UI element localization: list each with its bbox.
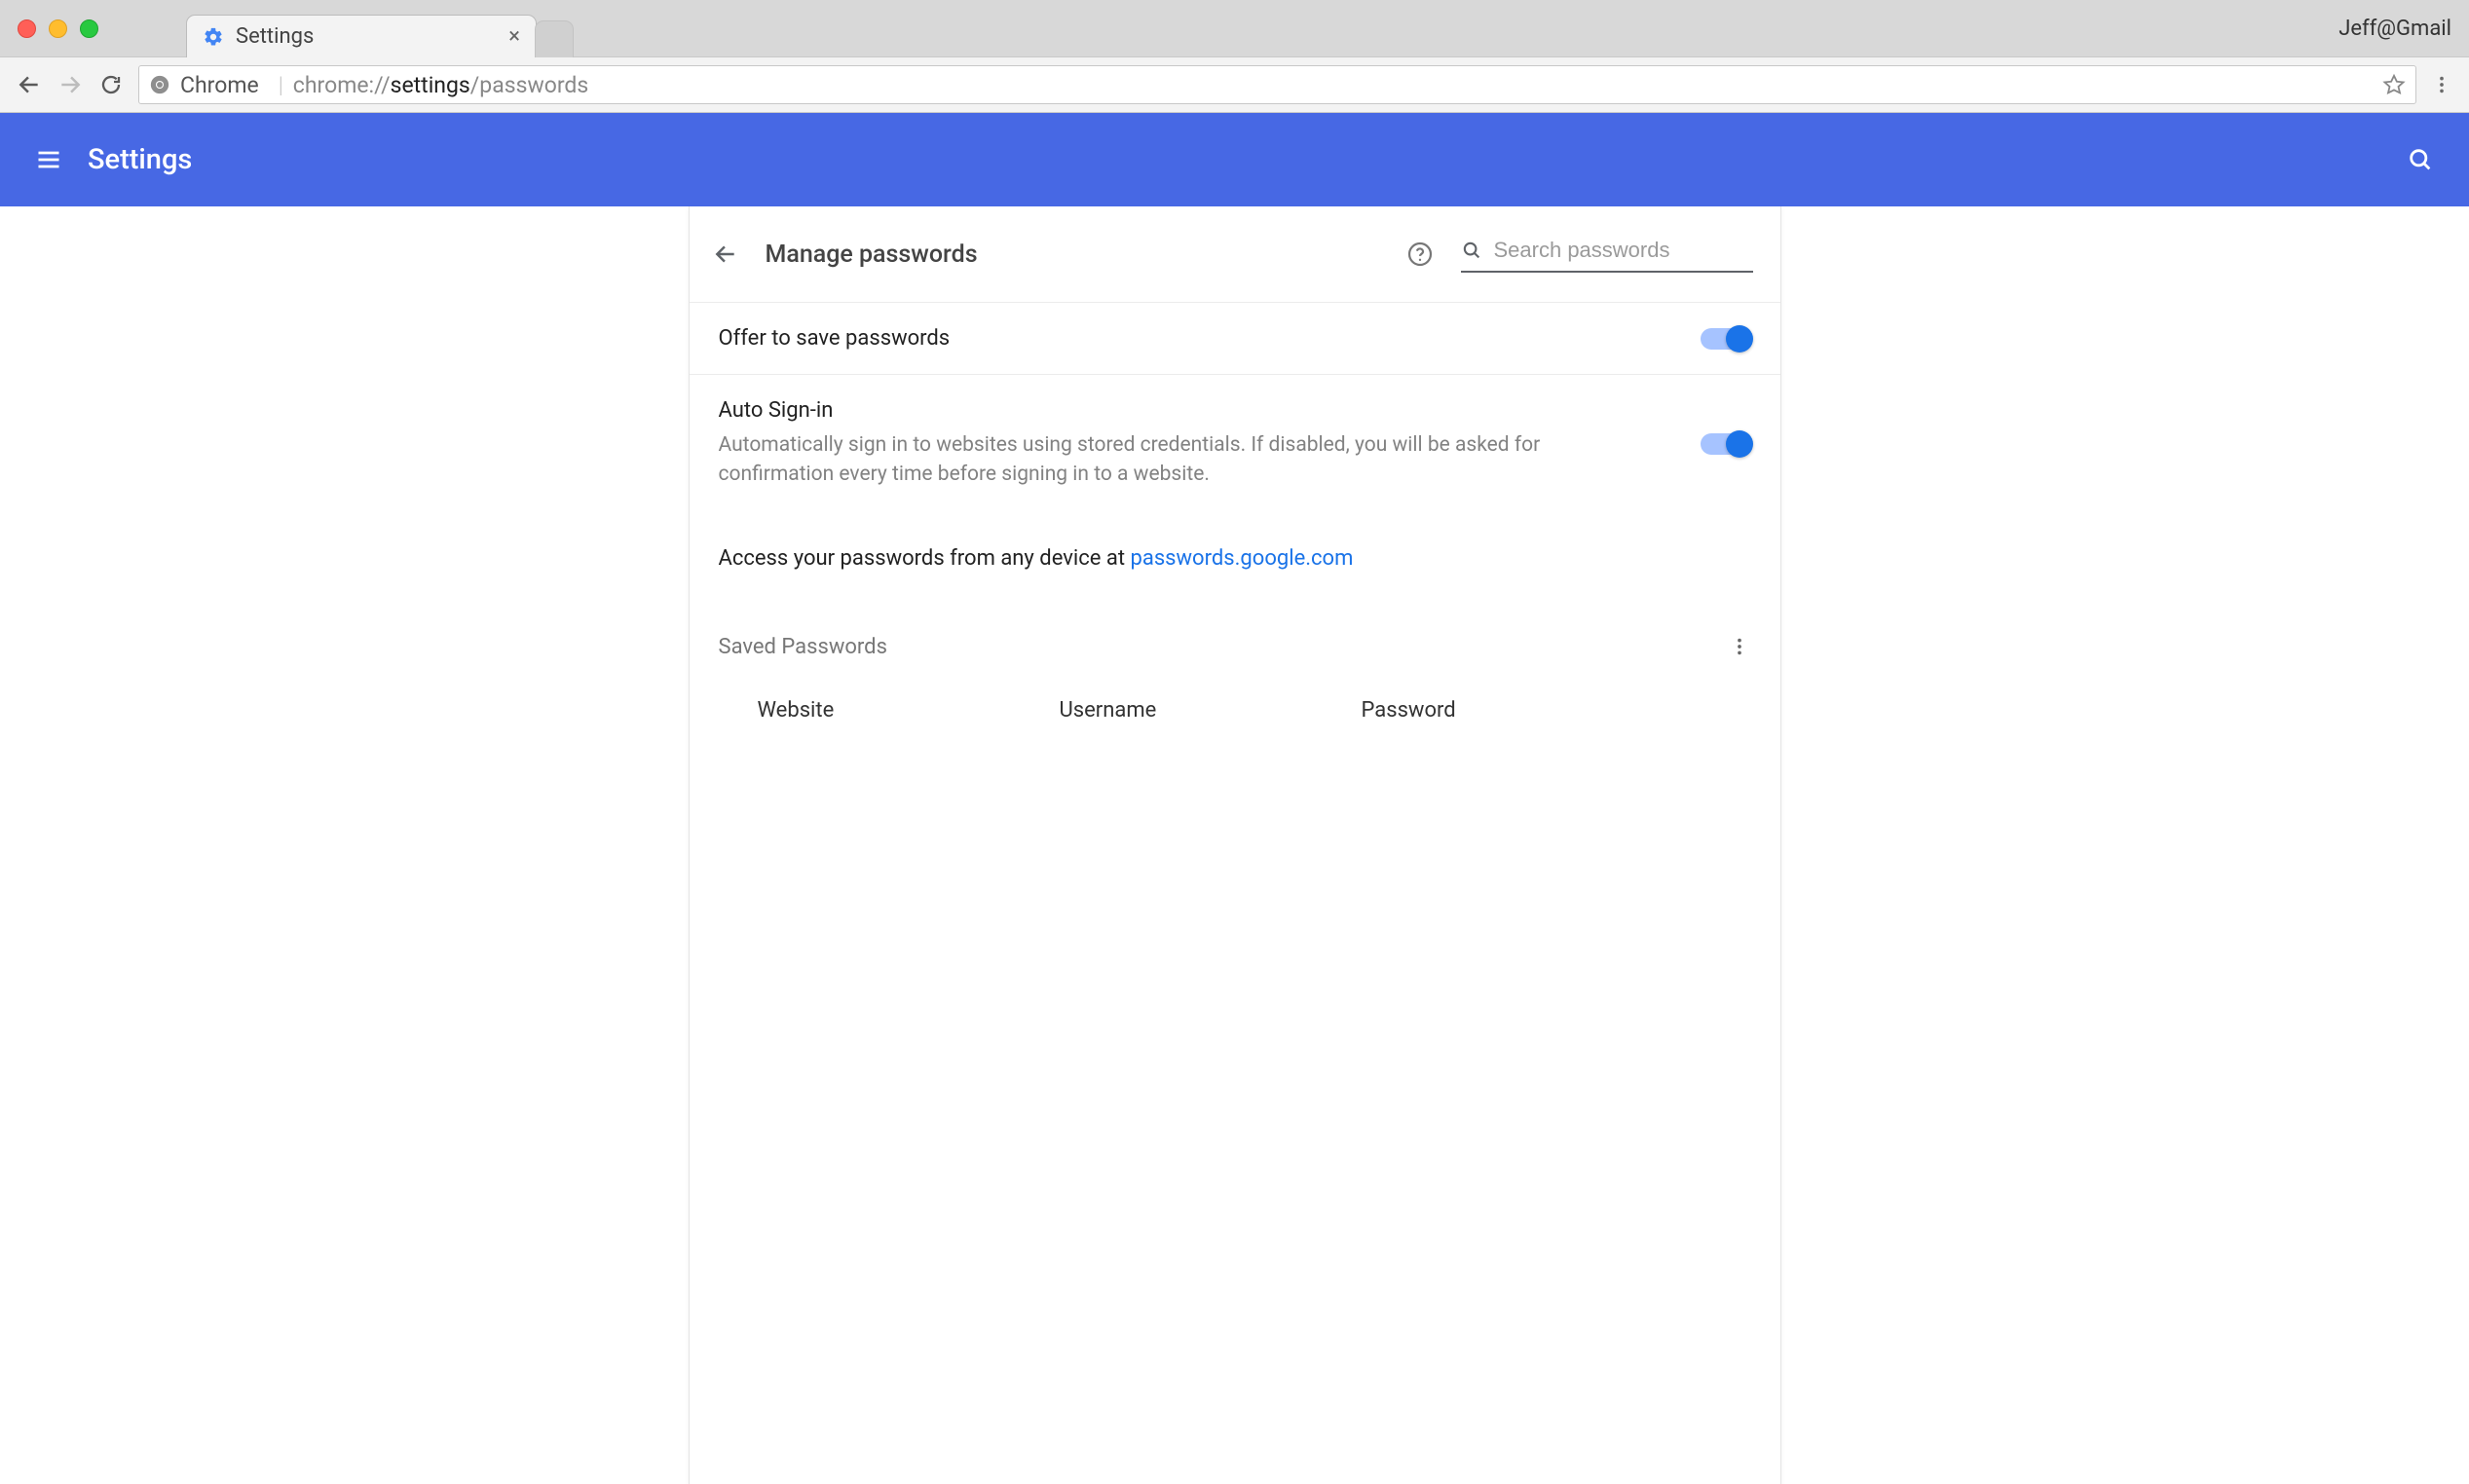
bookmark-star-icon[interactable] <box>2382 73 2406 96</box>
access-passwords-text: Access your passwords from any device at <box>719 546 1131 571</box>
auto-signin-toggle[interactable] <box>1701 433 1751 455</box>
address-bold: settings <box>391 72 470 98</box>
tab-title: Settings <box>236 24 497 49</box>
forward-button[interactable] <box>56 71 84 98</box>
card-back-button[interactable] <box>713 241 738 267</box>
chrome-icon <box>149 74 170 95</box>
saved-passwords-title: Saved Passwords <box>719 635 887 659</box>
saved-passwords-table-header: Website Username Password <box>690 675 1780 752</box>
auto-signin-label: Auto Sign-in <box>719 398 1556 423</box>
saved-passwords-more-button[interactable] <box>1728 636 1751 657</box>
auto-signin-description: Automatically sign in to websites using … <box>719 430 1556 490</box>
settings-card: Manage passwords Offer to save passwords… <box>690 206 1780 1484</box>
tab-close-button[interactable]: × <box>508 24 520 49</box>
window-close-button[interactable] <box>18 19 36 38</box>
saved-passwords-heading: Saved Passwords <box>690 580 1780 675</box>
window-chrome: Settings × Jeff@Gmail <box>0 0 2469 56</box>
offer-save-label: Offer to save passwords <box>719 326 951 351</box>
browser-toolbar: Chrome | chrome:// settings /passwords <box>0 56 2469 113</box>
passwords-google-link[interactable]: passwords.google.com <box>1131 546 1354 571</box>
profile-name[interactable]: Jeff@Gmail <box>2338 17 2451 41</box>
search-icon <box>1461 240 1482 261</box>
help-icon[interactable] <box>1406 241 1434 268</box>
settings-title: Settings <box>88 143 192 176</box>
content-area: Manage passwords Offer to save passwords… <box>0 206 2469 1484</box>
col-username: Username <box>1060 698 1362 723</box>
settings-header: Settings <box>0 113 2469 206</box>
window-zoom-button[interactable] <box>80 19 98 38</box>
browser-tab[interactable]: Settings × <box>186 15 537 57</box>
col-password: Password <box>1362 698 1751 723</box>
gear-icon <box>203 26 224 48</box>
menu-icon[interactable] <box>35 146 62 173</box>
password-search-input[interactable] <box>1494 238 1775 263</box>
offer-save-toggle[interactable] <box>1701 328 1751 350</box>
address-suffix: /passwords <box>470 72 588 98</box>
traffic-lights <box>18 19 98 38</box>
col-website: Website <box>758 698 1060 723</box>
address-separator: | <box>279 72 283 98</box>
reload-button[interactable] <box>97 71 125 98</box>
back-button[interactable] <box>16 71 43 98</box>
window-minimize-button[interactable] <box>49 19 67 38</box>
page-title: Manage passwords <box>766 241 978 269</box>
new-tab-button[interactable] <box>535 20 574 57</box>
address-prefix: chrome:// <box>293 72 391 98</box>
browser-menu-button[interactable] <box>2430 74 2453 95</box>
tabstrip: Settings × <box>186 0 2338 56</box>
password-search-field[interactable] <box>1461 236 1753 273</box>
address-bar[interactable]: Chrome | chrome:// settings /passwords <box>138 65 2416 104</box>
card-header: Manage passwords <box>690 206 1780 302</box>
row-auto-signin: Auto Sign-in Automatically sign in to we… <box>690 374 1780 513</box>
row-offer-save: Offer to save passwords <box>690 302 1780 374</box>
access-passwords-row: Access your passwords from any device at… <box>690 513 1780 580</box>
search-icon[interactable] <box>2407 146 2434 173</box>
address-text: Chrome | chrome:// settings /passwords <box>180 72 588 98</box>
address-scheme-label: Chrome <box>180 72 259 98</box>
